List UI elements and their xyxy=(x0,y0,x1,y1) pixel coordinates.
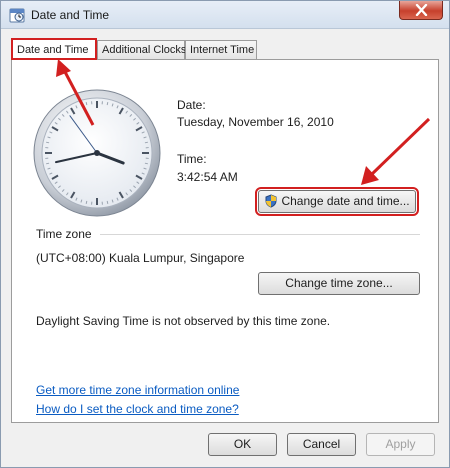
date-time-app-icon xyxy=(9,8,25,23)
apply-label: Apply xyxy=(385,437,416,451)
window-title: Date and Time xyxy=(31,8,110,22)
close-icon xyxy=(415,4,428,16)
time-value: 3:42:54 AM xyxy=(177,170,238,184)
minute-tick xyxy=(46,162,50,165)
ok-label: OK xyxy=(233,437,252,451)
time-zone-divider xyxy=(100,234,420,235)
change-time-zone-button[interactable]: Change time zone... xyxy=(258,272,420,295)
ok-button[interactable]: OK xyxy=(208,433,277,456)
more-time-zone-info-link[interactable]: Get more time zone information online xyxy=(36,383,239,397)
dst-note: Daylight Saving Time is not observed by … xyxy=(36,314,331,328)
minute-tick xyxy=(85,200,88,204)
tab-panel: Date: Tuesday, November 16, 2010 Time: 3… xyxy=(11,59,439,423)
minute-tick xyxy=(106,200,109,204)
analog-clock xyxy=(33,89,161,217)
minute-tick xyxy=(144,162,148,165)
cancel-button[interactable]: Cancel xyxy=(287,433,356,456)
change-time-zone-label: Change time zone... xyxy=(285,276,393,290)
time-zone-heading: Time zone xyxy=(36,227,92,241)
tab-label: Date and Time xyxy=(17,44,89,56)
change-date-time-button[interactable]: Change date and time... xyxy=(255,187,419,216)
apply-button[interactable]: Apply xyxy=(366,433,435,456)
title-bar[interactable]: Date and Time xyxy=(1,1,449,29)
minute-tick xyxy=(85,102,88,106)
tab-internet-time[interactable]: Internet Time xyxy=(185,40,257,59)
uac-shield-icon xyxy=(265,194,277,208)
date-value: Tuesday, November 16, 2010 xyxy=(177,115,334,129)
tab-additional-clocks[interactable]: Additional Clocks xyxy=(97,40,187,59)
date-label: Date: xyxy=(177,98,206,112)
tab-date-and-time[interactable]: Date and Time xyxy=(11,38,97,60)
change-date-time-label: Change date and time... xyxy=(281,194,410,208)
close-button[interactable] xyxy=(399,1,443,20)
minute-tick xyxy=(46,141,50,144)
date-time-dialog: Date and Time Date and Time Additional C… xyxy=(0,0,450,468)
cancel-label: Cancel xyxy=(302,437,341,451)
tab-label: Additional Clocks xyxy=(102,44,187,56)
minute-tick xyxy=(144,141,148,144)
time-zone-value: (UTC+08:00) Kuala Lumpur, Singapore xyxy=(36,251,245,265)
how-to-set-clock-link[interactable]: How do I set the clock and time zone? xyxy=(36,402,239,416)
time-label: Time: xyxy=(177,152,207,166)
minute-tick xyxy=(106,102,109,106)
tab-label: Internet Time xyxy=(190,44,255,56)
